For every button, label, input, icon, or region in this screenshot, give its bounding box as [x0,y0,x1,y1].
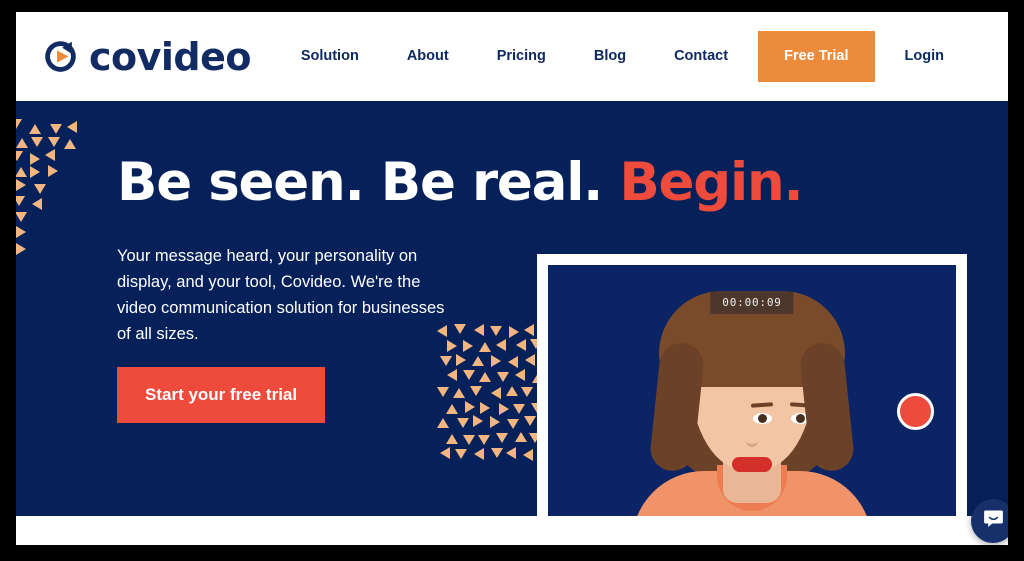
video-preview-frame: 00:00:09 [537,254,967,545]
video-canvas[interactable]: 00:00:09 [548,265,956,543]
logo-wordmark: covideo [89,34,252,79]
site-header: covideo Solution About Pricing Blog Cont… [16,12,1008,101]
hero-headline: Be seen. Be real. Begin. [117,156,804,209]
recording-timer: 00:00:09 [710,291,794,314]
main-navigation: Solution About Pricing Blog Contact Free… [277,12,968,101]
nav-item-about[interactable]: About [383,49,473,64]
nav-item-contact[interactable]: Contact [650,49,752,64]
record-circle-icon[interactable] [897,393,934,430]
headline-accent: Begin. [619,152,803,213]
nav-free-trial-button[interactable]: Free Trial [758,31,875,82]
site-logo[interactable]: covideo [43,34,252,79]
video-subject-portrait [632,283,872,543]
headline-primary: Be seen. Be real. [117,152,620,213]
nav-item-pricing[interactable]: Pricing [473,49,570,64]
chat-bubble-smile-icon [982,507,1005,535]
start-free-trial-button[interactable]: Start your free trial [117,367,326,423]
hero-bottom-strip [16,516,1008,545]
web-page: covideo Solution About Pricing Blog Cont… [16,12,1008,545]
screenshot-viewport: covideo Solution About Pricing Blog Cont… [0,0,1024,561]
nav-item-solution[interactable]: Solution [277,49,383,64]
chat-widget-button[interactable] [971,499,1008,543]
covideo-play-circle-logo-icon [43,39,78,74]
hero-section: Be seen. Be real. Begin. Your message he… [16,101,1008,545]
hero-subcopy: Your message heard, your personality on … [117,247,445,344]
nav-item-blog[interactable]: Blog [570,49,650,64]
nav-item-login[interactable]: Login [881,49,968,64]
